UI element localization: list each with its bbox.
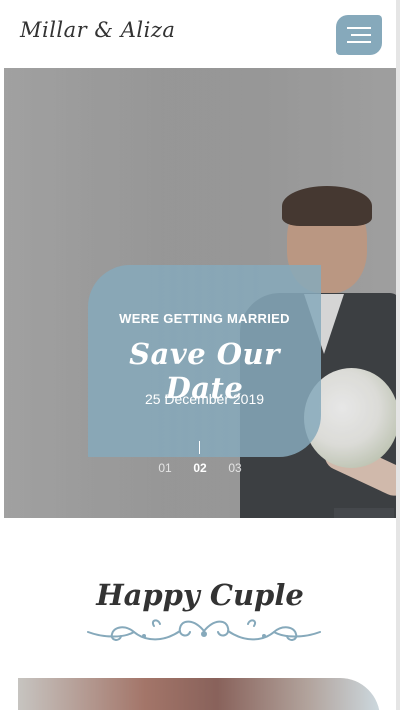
slider-indicator-line bbox=[199, 441, 200, 454]
hero-slider: WERE GETTING MARRIED Save Our Date 25 De… bbox=[4, 68, 396, 518]
save-the-date-card: WERE GETTING MARRIED Save Our Date 25 De… bbox=[88, 265, 321, 457]
slide-number-3[interactable]: 03 bbox=[220, 461, 250, 475]
hamburger-menu-icon bbox=[347, 27, 371, 29]
slide-number-2[interactable]: 02 bbox=[185, 461, 215, 475]
hero-date: 25 December 2019 bbox=[144, 391, 265, 407]
site-logo[interactable]: Millar & Aliza bbox=[20, 18, 175, 42]
hamburger-menu-button[interactable] bbox=[336, 15, 382, 55]
page: Millar & Aliza WERE GETTING MARRIED Save… bbox=[0, 0, 400, 710]
slide-number-1[interactable]: 01 bbox=[150, 461, 180, 475]
hamburger-menu-icon bbox=[347, 41, 371, 43]
floral-divider-ornament bbox=[87, 619, 321, 641]
happy-couple-title: Happy Cuple bbox=[96, 578, 304, 612]
couple-photo bbox=[18, 678, 380, 710]
slider-pagination: 01 02 03 bbox=[150, 461, 250, 475]
site-header: Millar & Aliza bbox=[0, 0, 396, 68]
couple-photo-tint bbox=[18, 678, 380, 710]
hero-kicker: WERE GETTING MARRIED bbox=[119, 311, 290, 326]
hamburger-menu-icon bbox=[351, 34, 371, 36]
